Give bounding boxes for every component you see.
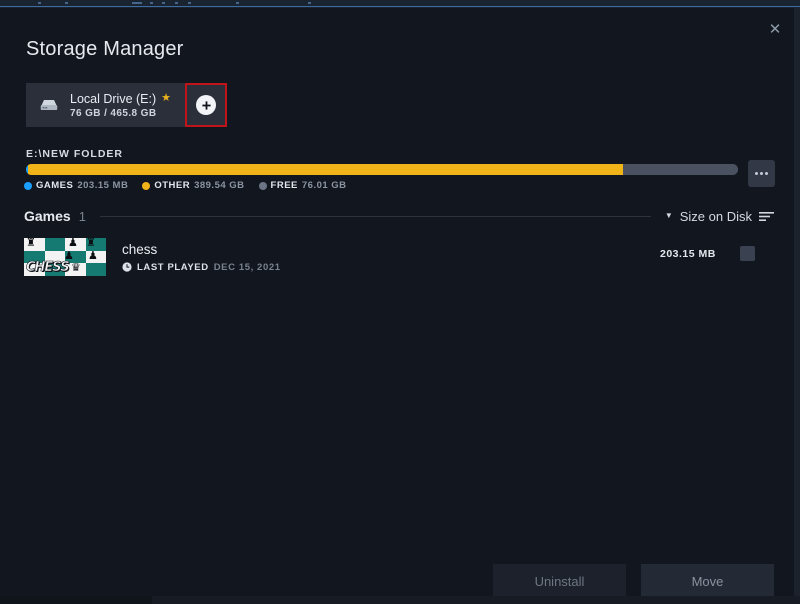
sort-descending-icon[interactable] [759,211,774,222]
legend-dot-games [24,181,32,190]
chess-piece: ♟ [88,250,98,262]
drive-card-local-drive-e[interactable]: Local Drive (E:) ★ 76 GB / 465.8 GB [26,83,186,127]
legend-value-free: 76.01 GB [301,180,347,191]
games-section-count: 1 [78,208,86,224]
drive-path-label: E:\NEW FOLDER [26,148,123,160]
game-info: chess LAST PLAYED DEC 15, 2021 [122,242,281,273]
game-meta: LAST PLAYED DEC 15, 2021 [122,262,281,273]
chess-piece: ♟ [46,250,56,262]
games-section-title: Games [24,208,71,224]
game-size-on-disk: 203.15 MB [660,248,716,260]
page-background-bottom-left [0,596,152,604]
drive-name-line: Local Drive (E:) ★ [70,92,171,106]
ellipsis-icon[interactable] [748,160,775,187]
drive-text-column: Local Drive (E:) ★ 76 GB / 465.8 GB [70,92,171,119]
add-drive-highlight-box [185,83,228,127]
usage-segment-free [623,164,738,175]
star-icon: ★ [161,92,172,104]
page-background-right-edge [794,8,800,596]
legend-item-free: FREE 76.01 GB [258,180,347,191]
chess-board-thumbnail: CHESS ♜ ♟ ♜ ♟ ♟ ♟ ♛ [24,238,106,276]
sort-label: Size on Disk [679,208,752,224]
legend-value-other: 389.54 GB [194,180,245,191]
chevron-down-icon: ▼ [664,211,673,220]
usage-segment-other [28,164,624,175]
legend-value-games: 203.15 MB [77,180,129,191]
footer-button-bar: Uninstall Move [0,564,794,598]
legend-dot-free [258,181,267,190]
chess-piece: ♛ [71,262,81,274]
uninstall-button[interactable]: Uninstall [493,564,626,598]
sort-control[interactable]: ▼ Size on Disk [665,209,774,224]
storage-usage-legend: GAMES 203.15 MB OTHER 389.54 GB FREE 76.… [24,180,347,191]
legend-item-other: OTHER 389.54 GB [142,180,244,191]
page-title: Storage Manager [26,38,184,60]
legend-name-games: GAMES [36,180,74,191]
move-button[interactable]: Move [641,564,774,598]
game-meta-label: LAST PLAYED [137,261,209,273]
hard-drive-icon [40,99,58,111]
storage-manager-dialog: ✕ Storage Manager Local Drive (E:) ★ 76 … [0,8,794,598]
legend-item-games: GAMES 203.15 MB [24,180,128,191]
chess-square [85,263,106,276]
chess-piece: ♜ [86,238,96,249]
chess-piece: ♟ [64,250,74,262]
chrome-accent-line [0,6,800,7]
storage-usage-bar [26,164,738,175]
legend-name-other: OTHER [154,180,191,191]
game-title: chess [122,241,158,257]
chess-piece: ♟ [68,238,78,249]
legend-dot-other [142,181,151,190]
chess-piece: ♜ [26,238,36,249]
game-select-checkbox[interactable] [740,246,755,261]
drive-capacity: 76 GB / 465.8 GB [70,107,157,119]
legend-name-free: FREE [270,180,298,191]
section-divider [99,215,651,217]
plus-circle-icon[interactable] [196,95,217,115]
close-icon[interactable]: ✕ [762,16,788,42]
games-section-header: Games 1 ▼ Size on Disk [24,208,774,224]
thumbnail-wordmark: CHESS [26,260,70,276]
chess-square [44,238,65,251]
game-meta-value: DEC 15, 2021 [213,261,281,273]
clock-icon [122,262,132,272]
drive-selector-row: Local Drive (E:) ★ 76 GB / 465.8 GB [26,83,228,127]
drive-label: Local Drive (E:) [70,91,157,106]
window-chrome-strip [0,0,800,8]
